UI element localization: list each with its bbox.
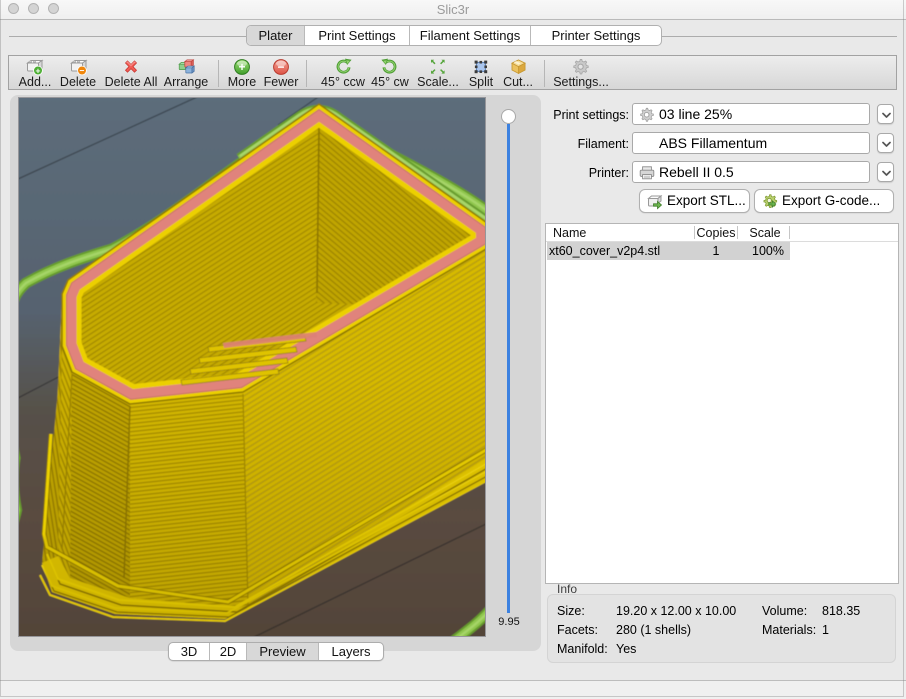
svg-text:−: −	[277, 60, 284, 74]
svg-text:+: +	[238, 60, 245, 74]
